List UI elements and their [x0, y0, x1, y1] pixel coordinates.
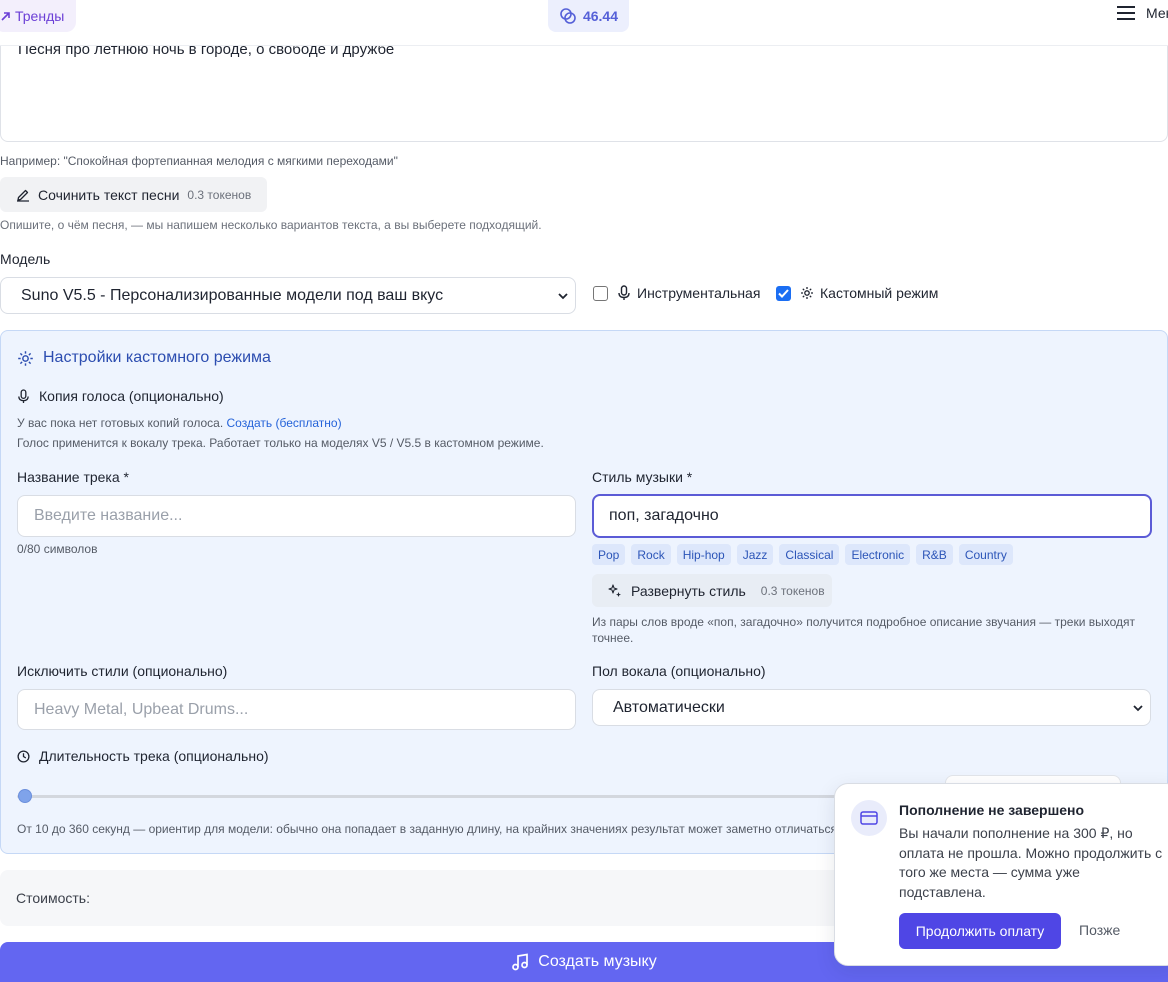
custom-mode-option[interactable]: Кастомный режим: [800, 285, 938, 301]
style-tag[interactable]: Classical: [779, 544, 840, 565]
track-name-label: Название трека *: [17, 469, 129, 485]
compose-lyrics-cost: 0.3 токенов: [187, 187, 252, 202]
expand-style-note: Из пары слов вроде «поп, загадочно» полу…: [592, 615, 1136, 645]
menu-button[interactable]: Меню: [1116, 5, 1168, 21]
trends-label: Тренды: [15, 8, 65, 24]
toast-title: Пополнение не завершено: [899, 802, 1085, 818]
custom-settings-title: Настройки кастомного режима: [17, 349, 271, 367]
coins-icon: [559, 7, 577, 25]
clock-icon: [17, 749, 30, 763]
balance-value: 46.44: [582, 8, 619, 24]
lyrics-hint: Опишите, о чём песня, — мы напишем неско…: [0, 218, 542, 232]
style-tag[interactable]: Jazz: [736, 544, 774, 565]
music-note-icon: [511, 953, 529, 971]
create-voice-link[interactable]: Создать (бесплатно): [227, 416, 342, 430]
cost-label: Стоимость:: [16, 890, 90, 906]
later-button[interactable]: Позже: [1079, 922, 1120, 938]
instrumental-label: Инструментальная: [637, 285, 761, 301]
voice-copy-info: У вас пока нет готовых копий голоса. Соз…: [17, 416, 342, 430]
duration-note: От 10 до 360 секунд — ориентир для модел…: [17, 822, 841, 836]
voice-copy-label-text: Копия голоса (опционально): [39, 388, 224, 404]
style-tag[interactable]: Hip-hop: [676, 544, 731, 565]
instrumental-option[interactable]: Инструментальная: [617, 285, 760, 301]
gear-icon: [17, 350, 34, 367]
music-style-label: Стиль музыки *: [592, 469, 693, 485]
voice-copy-info-text: У вас пока нет готовых копий голоса.: [17, 416, 224, 430]
track-name-input[interactable]: Введите название...: [17, 495, 576, 537]
trending-arrow-icon: [0, 10, 12, 22]
model-selected-value: Suno V5.5 - Персонализированные модели п…: [21, 286, 444, 304]
model-select[interactable]: Suno V5.5 - Персонализированные модели п…: [0, 277, 576, 314]
style-tag[interactable]: Pop: [592, 544, 626, 565]
continue-payment-button[interactable]: Продолжить оплату: [899, 913, 1061, 949]
exclude-styles-input[interactable]: Heavy Metal, Upbeat Drums...: [17, 689, 576, 730]
trends-button[interactable]: Тренды: [0, 0, 77, 32]
voice-copy-label: Копия голоса (опционально): [17, 388, 224, 404]
chevron-down-icon: [557, 290, 569, 302]
create-music-label: Создать музыку: [538, 953, 657, 970]
credit-card-icon: [851, 800, 887, 836]
voice-copy-note: Голос применится к вокалу трека. Работае…: [17, 436, 544, 450]
checkmark-icon: [778, 289, 789, 298]
music-style-input[interactable]: поп, загадочно: [592, 494, 1152, 538]
track-name-placeholder: Введите название...: [34, 507, 183, 524]
custom-settings-title-text: Настройки кастомного режима: [43, 349, 271, 366]
top-bar: Тренды 46.44 Меню: [0, 0, 1168, 46]
duration-slider-thumb[interactable]: [18, 789, 32, 803]
toast-body: Вы начали пополнение на 300 ₽, но оплата…: [899, 825, 1163, 900]
expand-style-button[interactable]: Развернуть стиль 0.3 токенов: [592, 574, 832, 607]
vocal-gender-label: Пол вокала (опционально): [592, 663, 766, 679]
model-label: Модель: [0, 251, 51, 267]
menu-label: Меню: [1146, 5, 1168, 21]
style-tag[interactable]: Country: [958, 544, 1013, 565]
prompt-example-hint: Например: "Спокойная фортепианная мелоди…: [0, 154, 398, 168]
compose-lyrics-label: Сочинить текст песни: [38, 186, 180, 203]
expand-style-label: Развернуть стиль: [631, 582, 746, 599]
exclude-styles-label: Исключить стили (опционально): [17, 663, 228, 679]
gear-icon: [800, 286, 814, 300]
duration-label-text: Длительность трека (опционально): [39, 748, 269, 764]
custom-mode-checkbox[interactable]: [776, 286, 791, 301]
instrumental-checkbox[interactable]: [593, 286, 608, 301]
chevron-down-icon: [1132, 702, 1144, 714]
hamburger-icon: [1116, 5, 1136, 21]
expand-style-cost: 0.3 токенов: [760, 583, 825, 598]
duration-label: Длительность трека (опционально): [17, 748, 269, 764]
track-name-counter: 0/80 символов: [17, 542, 98, 556]
vocal-gender-selected: Автоматически: [613, 698, 725, 716]
payment-incomplete-toast: Пополнение не завершено Вы начали пополн…: [834, 783, 1168, 966]
style-tag[interactable]: Rock: [631, 544, 671, 565]
sparkles-icon: [608, 583, 622, 598]
music-style-value: поп, загадочно: [609, 507, 719, 524]
duration-slider-track[interactable]: [17, 795, 837, 798]
pencil-icon: [16, 188, 30, 202]
vocal-gender-select[interactable]: Автоматически: [592, 689, 1151, 726]
token-balance[interactable]: 46.44: [548, 0, 629, 32]
microphone-icon: [17, 388, 30, 404]
compose-lyrics-button[interactable]: Сочинить текст песни 0.3 токенов: [0, 177, 267, 212]
microphone-icon: [617, 285, 631, 301]
exclude-styles-placeholder: Heavy Metal, Upbeat Drums...: [34, 700, 249, 718]
style-tag[interactable]: R&B: [916, 544, 953, 565]
custom-mode-label: Кастомный режим: [820, 285, 939, 301]
style-tags: Pop Rock Hip-hop Jazz Classical Electron…: [592, 544, 1013, 565]
style-tag[interactable]: Electronic: [845, 544, 911, 565]
